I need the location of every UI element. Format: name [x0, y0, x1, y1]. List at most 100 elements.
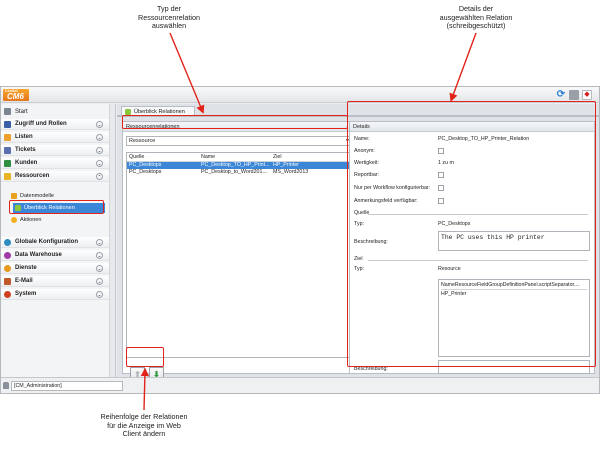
ziel-list-item[interactable]: HP_Printer — [441, 290, 587, 297]
anonym-label: Anonym: — [354, 148, 375, 154]
callout-line: (schreibgeschützt) — [446, 21, 506, 31]
quelle-typ-value: PC_Desktops — [438, 221, 471, 227]
sidebar-item-label: Globale Konfiguration — [15, 239, 78, 245]
table-row[interactable]: PC_Desktops PC_Desktop_TO_HP_Print... HP… — [127, 162, 352, 169]
sidebar-item-ressourcen[interactable]: Ressourcen ⌃ — [1, 171, 109, 182]
user-icon — [3, 382, 9, 389]
services-icon — [4, 264, 11, 272]
sidebar-item-label: Kunden — [15, 160, 38, 166]
tab-label: Überblick Relationen — [134, 108, 185, 115]
ziel-beschreibung-label: Beschreibung: — [354, 366, 388, 372]
anmerkung-checkbox — [438, 198, 444, 204]
sidebar-item-tickets[interactable]: Tickets ⌄ — [1, 145, 109, 156]
cell-quelle: PC_Desktops — [129, 169, 162, 175]
wertigkeit-label: Wertigkeit: — [354, 160, 379, 166]
shield-icon — [4, 120, 11, 128]
sidebar-item-label: Listen — [15, 134, 33, 140]
sidebar-subitem-label: Überblick Relationen — [24, 205, 75, 211]
sidebar-subitem-ueberblick-relationen[interactable]: Überblick Relationen — [13, 203, 105, 213]
wertigkeit-value: 1 zu m — [438, 160, 454, 166]
ziel-list-header: NameResourceFieldGroupDefinitionPanel.sc… — [441, 282, 587, 290]
top-bar: ConSol CM6 ⟳ ◆ — [1, 87, 599, 103]
sidebar-item-label: System — [15, 291, 37, 297]
table-row[interactable]: PC_Desktops PC_Desktop_to_Word201... MS_… — [127, 169, 352, 176]
chevron-down-icon[interactable]: ⌄ — [96, 239, 103, 246]
actions-icon — [11, 217, 17, 223]
sidebar-item-system[interactable]: System ⌄ — [1, 289, 109, 300]
sidebar: Start Zugriff und Rollen ⌄ Listen ⌄ Tick… — [1, 104, 116, 377]
tab-strip — [117, 115, 599, 117]
chevron-down-icon[interactable]: ⌄ — [96, 134, 103, 141]
dropdown-value: Ressource — [129, 138, 156, 144]
column-header-ziel[interactable]: Ziel — [271, 153, 351, 161]
person-icon — [4, 159, 11, 167]
chevron-down-icon[interactable]: ⌄ — [96, 278, 103, 285]
list-icon — [4, 133, 11, 141]
logout-icon[interactable]: ◆ — [582, 90, 592, 100]
logo-text-main: CM6 — [7, 92, 24, 101]
ziel-beschreibung-field — [438, 360, 590, 374]
ticket-icon — [4, 146, 11, 154]
resource-relations-panel: Ressourcenrelationen Ressource ▼ Quelle … — [122, 121, 356, 382]
status-bar: [CM_Administration] — [1, 377, 599, 393]
sidebar-item-label: E-Mail — [15, 278, 33, 284]
column-header-quelle[interactable]: Quelle — [127, 153, 199, 161]
relation-icon — [125, 108, 131, 115]
workflow-label: Nur per Workflow konfigurierbar: — [354, 185, 431, 191]
sidebar-subitem-label: Aktionen — [20, 217, 42, 223]
warehouse-icon — [4, 251, 11, 259]
sidebar-item-globale-konfiguration[interactable]: Globale Konfiguration ⌄ — [1, 237, 109, 248]
anonym-checkbox — [438, 148, 444, 154]
sidebar-item-label: Dienste — [15, 265, 37, 271]
refresh-icon[interactable]: ⟳ — [556, 90, 566, 100]
settings-icon[interactable] — [569, 90, 579, 100]
callout-line: auswählen — [151, 21, 187, 31]
consol-logo: ConSol CM6 — [3, 89, 29, 101]
sidebar-item-email[interactable]: E-Mail ⌄ — [1, 276, 109, 287]
sidebar-item-kunden[interactable]: Kunden ⌄ — [1, 158, 109, 169]
chevron-down-icon[interactable]: ⌄ — [96, 160, 103, 167]
chevron-down-icon[interactable]: ⌄ — [96, 291, 103, 298]
ziel-divider — [368, 260, 588, 261]
sidebar-item-label: Data Warehouse — [15, 252, 62, 258]
sidebar-item-zugriff[interactable]: Zugriff und Rollen ⌄ — [1, 119, 109, 130]
chevron-down-icon[interactable]: ⌄ — [96, 147, 103, 154]
ziel-object-list: NameResourceFieldGroupDefinitionPanel.sc… — [438, 279, 590, 357]
sidebar-item-label: Ressourcen — [15, 173, 50, 179]
cell-quelle: PC_Desktops — [129, 162, 162, 168]
relation-icon — [15, 205, 21, 211]
sidebar-item-label: Zugriff und Rollen — [15, 121, 67, 127]
chevron-up-icon[interactable]: ⌃ — [96, 173, 103, 180]
cell-name: PC_Desktop_to_Word201... — [201, 169, 267, 175]
resource-icon — [4, 172, 11, 180]
quelle-typ-label: Typ: — [354, 221, 365, 227]
chevron-down-icon[interactable]: ⌄ — [96, 265, 103, 272]
quelle-beschreibung-label: Beschreibung: — [354, 239, 388, 245]
system-icon — [4, 290, 11, 298]
details-panel: Details Name: PC_Desktop_TO_HP_Printer_R… — [349, 121, 595, 374]
quelle-section-label: Quelle — [354, 210, 370, 216]
callout-details: Details der ausgewählten Relation (schre… — [425, 4, 527, 31]
column-header-name[interactable]: Name — [199, 153, 271, 161]
sidebar-item-start[interactable]: Start — [1, 106, 109, 117]
sidebar-item-listen[interactable]: Listen ⌄ — [1, 132, 109, 143]
resource-type-dropdown[interactable]: Ressource ▼ — [126, 136, 353, 146]
mail-icon — [4, 277, 11, 285]
main-content: Überblick Relationen Ressourcenrelatione… — [117, 104, 599, 382]
reportbar-checkbox — [438, 172, 444, 178]
sidebar-item-dienste[interactable]: Dienste ⌄ — [1, 263, 109, 274]
sidebar-subitem-label: Datenmodelle — [20, 193, 54, 199]
sidebar-subitem-aktionen[interactable]: Aktionen — [11, 215, 105, 225]
sidebar-subitem-datenmodelle[interactable]: Datenmodelle — [11, 191, 105, 201]
ziel-typ-label: Typ: — [354, 266, 365, 272]
panel-title: Ressourcenrelationen — [123, 122, 355, 132]
chevron-down-icon[interactable]: ⌄ — [96, 121, 103, 128]
sidebar-scrollbar[interactable] — [109, 104, 115, 377]
table-header: Quelle Name Ziel — [127, 153, 352, 162]
anmerkung-label: Anmerkungsfeld verfügbar: — [354, 198, 418, 204]
callout-order: Reihenfolge der Relationen für die Anzei… — [86, 412, 202, 439]
chevron-down-icon[interactable]: ⌄ — [96, 252, 103, 259]
sidebar-item-data-warehouse[interactable]: Data Warehouse ⌄ — [1, 250, 109, 261]
ziel-section-label: Ziel — [354, 256, 363, 262]
callout-type-select: Typ der Ressourcenrelation auswählen — [126, 4, 212, 31]
